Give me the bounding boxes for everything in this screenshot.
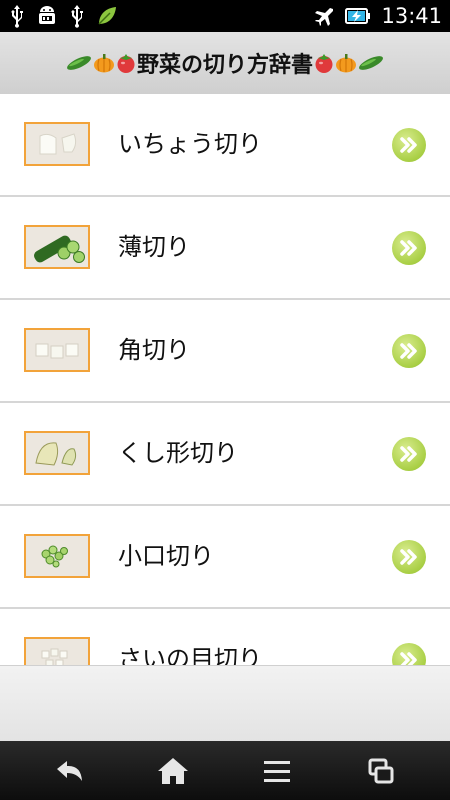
list-item-label: 薄切り — [118, 233, 190, 261]
menu-icon[interactable] — [257, 753, 297, 789]
battery-charging-icon — [345, 7, 371, 25]
tomato-icon — [313, 53, 335, 79]
title-bar: 野菜の切り方辞書 — [0, 32, 450, 95]
recent-apps-icon[interactable] — [361, 753, 401, 789]
app-title: 野菜の切り方辞書 — [136, 53, 313, 78]
leaf-notification-icon — [96, 5, 118, 27]
round-slice-thumbnail — [24, 534, 90, 578]
double-chevron-right-icon[interactable] — [392, 334, 426, 368]
double-chevron-right-icon[interactable] — [392, 231, 426, 265]
home-icon[interactable] — [153, 753, 193, 789]
pumpkin-icon — [335, 53, 357, 79]
status-time: 13:41 — [381, 4, 442, 28]
system-icons: 13:41 — [313, 0, 442, 32]
list-item-label: さいの目切り — [118, 645, 262, 665]
cube-cut-thumbnail — [24, 637, 90, 665]
list-item-thin-slice[interactable]: 薄切り — [0, 197, 450, 300]
list-item-label: 角切り — [118, 336, 190, 364]
usb-icon — [8, 4, 26, 28]
cucumber-icon — [65, 53, 93, 79]
cucumber-icon — [357, 53, 385, 79]
double-chevron-right-icon[interactable] — [392, 540, 426, 574]
ginkgo-cut-thumbnail — [24, 122, 90, 166]
status-bar: 13:41 — [0, 0, 450, 32]
wedge-cut-thumbnail — [24, 431, 90, 475]
app-title-group: 野菜の切り方辞書 — [65, 47, 385, 79]
notification-icons — [8, 4, 118, 28]
list-item-label: いちょう切り — [118, 130, 262, 158]
android-debug-icon — [36, 4, 58, 28]
list-item-label: くし形切り — [118, 439, 238, 467]
double-chevron-right-icon[interactable] — [392, 437, 426, 471]
list-item-ginkgo-cut[interactable]: いちょう切り — [0, 94, 450, 197]
list-item-wedge-cut[interactable]: くし形切り — [0, 403, 450, 506]
list-item-cube-cut[interactable]: さいの目切り — [0, 609, 450, 665]
usb-icon — [68, 4, 86, 28]
double-chevron-right-icon[interactable] — [392, 643, 426, 665]
airplane-mode-icon — [313, 5, 335, 27]
list-item-round-slice[interactable]: 小口切り — [0, 506, 450, 609]
thin-slice-thumbnail — [24, 225, 90, 269]
double-chevron-right-icon[interactable] — [392, 128, 426, 162]
pumpkin-icon — [93, 53, 115, 79]
tomato-icon — [115, 53, 137, 79]
navigation-bar — [0, 741, 450, 800]
list-item-label: 小口切り — [118, 542, 214, 570]
cutting-method-list: いちょう切り 薄切り 角切り くし形切り 小口切り さいの目切り — [0, 94, 450, 665]
footer-area — [0, 665, 450, 742]
list-item-dice-cut[interactable]: 角切り — [0, 300, 450, 403]
dice-cut-thumbnail — [24, 328, 90, 372]
back-icon[interactable] — [49, 753, 89, 789]
